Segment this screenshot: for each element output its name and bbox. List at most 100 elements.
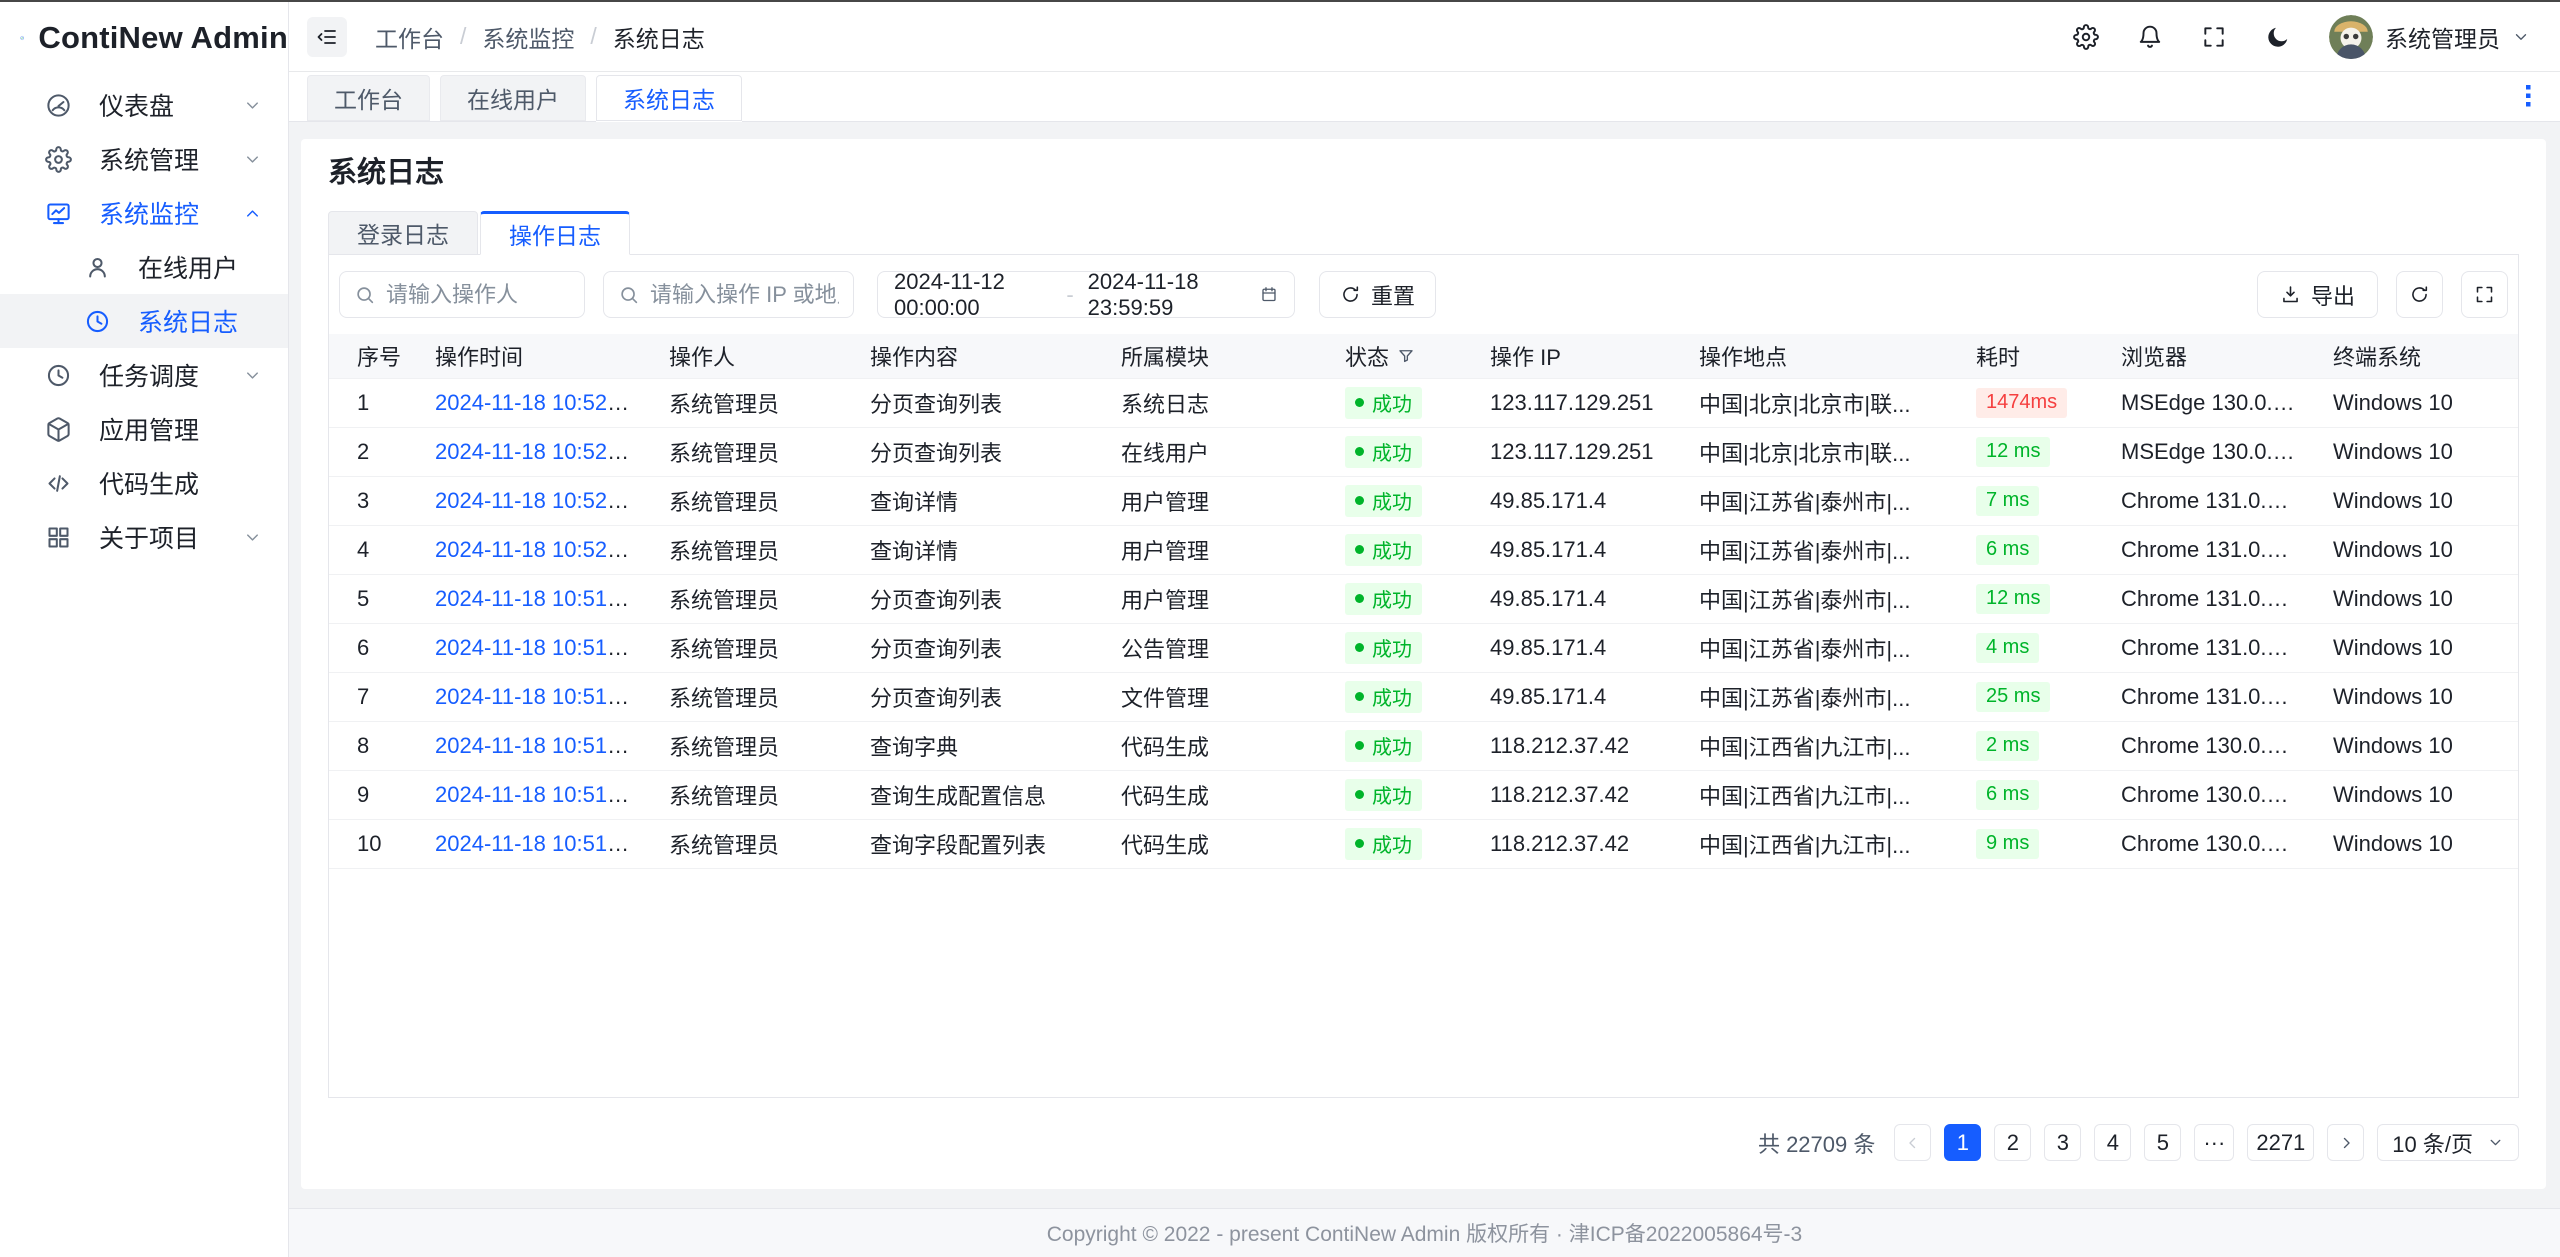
user-menu[interactable]: 系统管理员	[2329, 15, 2530, 59]
operation-time-link[interactable]: 2024-11-18 10:52:55	[435, 390, 638, 415]
row-ip: 123.117.129.251	[1462, 427, 1671, 476]
row-module: 用户管理	[1093, 525, 1317, 574]
page-title: 系统日志	[328, 155, 2519, 191]
sidebar-menu: 仪表盘 系统管理 系统监控 在线用户 系统日志	[0, 74, 288, 564]
page-button-last[interactable]: 2271	[2247, 1124, 2314, 1161]
sidebar-item-label: 关于项目	[99, 519, 216, 555]
operation-time-link[interactable]: 2024-11-18 10:52:47	[435, 439, 638, 464]
breadcrumb-item[interactable]: 系统监控	[482, 20, 574, 54]
operation-time-link[interactable]: 2024-11-18 10:51:49	[435, 831, 638, 856]
logo[interactable]: ContiNew Admin	[0, 2, 288, 74]
refresh-icon	[2409, 284, 2430, 305]
row-os: Windows 10	[2305, 819, 2518, 868]
sidebar-item-code-generation[interactable]: 代码生成	[0, 456, 288, 510]
row-browser: Chrome 130.0.0.0	[2093, 819, 2305, 868]
date-range-picker[interactable]: 2024-11-12 00:00:00 - 2024-11-18 23:59:5…	[877, 271, 1295, 318]
page-button-2[interactable]: 2	[1994, 1124, 2031, 1161]
tab-operation-log[interactable]: 操作日志	[480, 211, 630, 255]
page-button-1[interactable]: 1	[1944, 1124, 1981, 1161]
duration-badge: 2 ms	[1976, 731, 2039, 761]
reset-button[interactable]: 重置	[1319, 271, 1436, 318]
table-row: 82024-11-18 10:51:50系统管理员查询字典代码生成成功118.2…	[329, 721, 2518, 770]
operation-time-link[interactable]: 2024-11-18 10:51:49	[435, 782, 638, 807]
bell-icon[interactable]	[2137, 24, 2163, 50]
column-header: 浏览器	[2093, 334, 2305, 378]
page-tab-label: 在线用户	[467, 81, 559, 115]
clock-icon	[84, 308, 111, 335]
row-content: 查询生成配置信息	[842, 770, 1093, 819]
duration-badge: 4 ms	[1976, 633, 2039, 663]
duration-badge: 25 ms	[1976, 682, 2050, 712]
row-index: 1	[329, 378, 407, 427]
sidebar-item-system-monitor[interactable]: 系统监控	[0, 186, 288, 240]
operation-time-link[interactable]: 2024-11-18 10:51:53	[435, 635, 638, 660]
filter-funnel-icon[interactable]	[1397, 347, 1415, 365]
chevron-down-icon	[243, 150, 262, 169]
table-row: 22024-11-18 10:52:47系统管理员分页查询列表在线用户成功123…	[329, 427, 2518, 476]
page-button-3[interactable]: 3	[2044, 1124, 2081, 1161]
row-content: 分页查询列表	[842, 672, 1093, 721]
moon-icon[interactable]	[2265, 24, 2291, 50]
ip-search-input[interactable]	[650, 282, 839, 308]
sidebar-item-online-users[interactable]: 在线用户	[0, 240, 288, 294]
operation-time-link[interactable]: 2024-11-18 10:51:55	[435, 586, 638, 611]
operation-time-link[interactable]: 2024-11-18 10:51:52	[435, 684, 638, 709]
page-tab-online-users[interactable]: 在线用户	[440, 75, 586, 121]
prev-page-button[interactable]	[1894, 1124, 1931, 1161]
row-location: 中国|江苏省|泰州市|...	[1671, 574, 1948, 623]
next-page-button[interactable]	[2327, 1124, 2364, 1161]
ip-search-field	[603, 271, 854, 318]
row-browser: MSEdge 130.0.0.0	[2093, 378, 2305, 427]
sidebar-item-dashboard[interactable]: 仪表盘	[0, 78, 288, 132]
row-location: 中国|北京|北京市|联...	[1671, 378, 1948, 427]
status-badge: 成功	[1345, 485, 1422, 517]
operation-time-link[interactable]: 2024-11-18 10:52:05	[435, 537, 638, 562]
operation-time-link[interactable]: 2024-11-18 10:52:12	[435, 488, 638, 513]
tabs-more-menu[interactable]	[2518, 83, 2538, 109]
page-ellipsis-button[interactable]: ···	[2194, 1124, 2234, 1161]
row-os: Windows 10	[2305, 770, 2518, 819]
status-badge: 成功	[1345, 779, 1422, 811]
table-row: 102024-11-18 10:51:49系统管理员查询字段配置列表代码生成成功…	[329, 819, 2518, 868]
page-size-select[interactable]: 10 条/页	[2377, 1124, 2519, 1161]
row-ip: 49.85.171.4	[1462, 476, 1671, 525]
breadcrumb-item[interactable]: 工作台	[375, 20, 444, 54]
page-tab-workbench[interactable]: 工作台	[307, 75, 430, 121]
export-button[interactable]: 导出	[2257, 271, 2378, 318]
page-tab-system-log[interactable]: 系统日志	[596, 75, 742, 121]
row-time-cell: 2024-11-18 10:51:50	[407, 721, 641, 770]
expand-table-button[interactable]	[2461, 271, 2508, 318]
page-button-5[interactable]: 5	[2144, 1124, 2181, 1161]
settings-gear-icon[interactable]	[2073, 24, 2099, 50]
status-badge: 成功	[1345, 681, 1422, 713]
row-time-cell: 2024-11-18 10:52:55	[407, 378, 641, 427]
refresh-icon	[1340, 284, 1361, 305]
row-content: 查询字段配置列表	[842, 819, 1093, 868]
collapse-sidebar-button[interactable]	[307, 17, 347, 57]
pagination-total: 共 22709 条	[1758, 1127, 1875, 1159]
sidebar-item-system-log[interactable]: 系统日志	[0, 294, 288, 348]
status-dot	[1355, 790, 1364, 799]
status-text: 成功	[1372, 486, 1412, 515]
fullscreen-icon	[2474, 284, 2495, 305]
sidebar-item-about-project[interactable]: 关于项目	[0, 510, 288, 564]
sidebar-item-system-management[interactable]: 系统管理	[0, 132, 288, 186]
row-ip: 118.212.37.42	[1462, 770, 1671, 819]
sidebar-item-app-management[interactable]: 应用管理	[0, 402, 288, 456]
row-time-cell: 2024-11-18 10:52:05	[407, 525, 641, 574]
column-header: 终端系统	[2305, 334, 2518, 378]
fullscreen-icon[interactable]	[2201, 24, 2227, 50]
chevron-down-icon	[243, 528, 262, 547]
app-title: ContiNew Admin	[38, 20, 288, 56]
row-duration-cell: 6 ms	[1948, 525, 2093, 574]
page-button-4[interactable]: 4	[2094, 1124, 2131, 1161]
chevron-down-icon	[243, 96, 262, 115]
operation-time-link[interactable]: 2024-11-18 10:51:50	[435, 733, 638, 758]
duration-badge: 12 ms	[1976, 437, 2050, 467]
log-type-tabs: 登录日志 操作日志	[328, 211, 2519, 255]
refresh-table-button[interactable]	[2396, 271, 2443, 318]
sidebar-item-task-scheduling[interactable]: 任务调度	[0, 348, 288, 402]
operator-search-input[interactable]	[386, 282, 570, 308]
tab-login-log[interactable]: 登录日志	[328, 211, 478, 255]
row-ip: 49.85.171.4	[1462, 574, 1671, 623]
